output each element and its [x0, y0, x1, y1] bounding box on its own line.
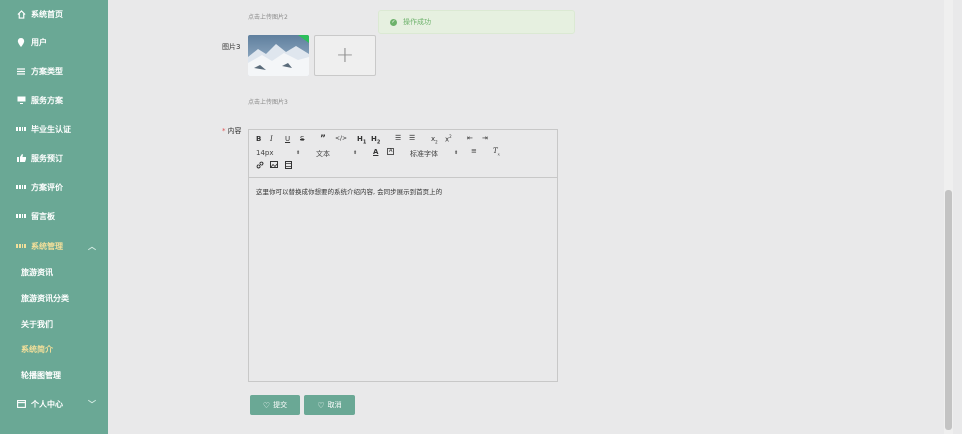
sidebar-subitem-system-intro[interactable]: 系统简介 [0, 336, 108, 362]
select-arrow-icon: ⬍ [353, 150, 358, 156]
sidebar-subitem-about-us[interactable]: 关于我们 [0, 311, 108, 337]
sidebar-item-label: 留言板 [31, 211, 55, 221]
scrollbar-thumb[interactable] [945, 190, 952, 430]
sidebar-item-service-plans[interactable]: 服务方案 [0, 87, 108, 113]
select-arrow-icon: ⬍ [296, 150, 301, 156]
heading2-icon[interactable]: H2 [371, 135, 380, 145]
grid-icon [16, 241, 26, 251]
submit-label: 提交 [273, 401, 288, 409]
sidebar-item-plan-types[interactable]: 方案类型 [0, 58, 108, 84]
sidebar-item-reviews[interactable]: 方案评价 [0, 174, 108, 200]
heart-icon: ♡ [262, 400, 271, 410]
toast-message: 操作成功 [403, 18, 431, 26]
sidebar-item-label: 用户 [31, 37, 47, 47]
sidebar-item-label: 方案类型 [31, 66, 63, 76]
image-icon[interactable] [270, 161, 278, 170]
bold-icon[interactable]: B [256, 136, 261, 143]
sidebar-item-label: 服务方案 [31, 95, 63, 105]
content-label: * 内容 [222, 126, 242, 136]
sidebar-item-label: 系统管理 [31, 241, 63, 251]
sidebar-subitem-travel-news[interactable]: 旅游资讯 [0, 259, 108, 285]
list-icon [16, 66, 26, 76]
monitor-icon [16, 95, 26, 105]
content-label-text: 内容 [227, 127, 242, 135]
check-icon: ✓ [390, 18, 397, 26]
editor-content[interactable]: 这里你可以替换成你想要的系统介绍内容, 会同步展示到首页上的 [249, 178, 557, 204]
subscript-icon[interactable]: x2 [431, 135, 438, 144]
sidebar-item-users[interactable]: 用户 [0, 29, 108, 55]
image3-label: 图片3 [222, 43, 241, 51]
font-family-value: 标准字体 [410, 150, 438, 158]
sidebar: 系统首页 用户 方案类型 服务方案 毕业生认证 服务预订 方案评价 留言板 系统… [0, 0, 108, 434]
sidebar-item-label: 服务预订 [31, 153, 63, 163]
success-toast: ✓ 操作成功 [378, 10, 575, 34]
indent-icon[interactable]: ⇥ [482, 135, 488, 142]
video-icon[interactable] [285, 161, 292, 171]
submit-button[interactable]: ♡ 提交 [250, 395, 300, 415]
grid-icon [16, 182, 26, 192]
bullet-list-icon[interactable]: ☰ [409, 135, 415, 142]
font-color-icon[interactable]: A [373, 149, 378, 156]
editor-toolbar: B I U S ” </> H1 H2 ☰ ☰ x2 x2 ⇤ ⇥ 14px ⬍… [249, 130, 557, 178]
rich-text-editor: B I U S ” </> H1 H2 ☰ ☰ x2 x2 ⇤ ⇥ 14px ⬍… [248, 129, 558, 382]
chevron-up-icon: ︿ [88, 241, 96, 251]
grid-icon [16, 124, 26, 134]
strikethrough-icon[interactable]: S [300, 136, 304, 143]
heart-icon: ♡ [317, 400, 325, 410]
sidebar-item-label: 个人中心 [31, 399, 63, 409]
link-icon[interactable] [256, 161, 264, 171]
clear-format-icon[interactable]: Tx [493, 147, 500, 156]
sidebar-item-message-board[interactable]: 留言板 [0, 203, 108, 229]
scrollbar[interactable] [944, 0, 953, 434]
ordered-list-icon[interactable]: ☰ [395, 135, 401, 142]
underline-icon[interactable]: U [285, 136, 290, 143]
chevron-down-icon: ﹀ [88, 399, 96, 409]
editor-body-text: 这里你可以替换成你想要的系统介绍内容, 会同步展示到首页上的 [256, 188, 443, 196]
image-upload-button[interactable]: + [314, 35, 376, 76]
required-mark: * [222, 127, 226, 135]
sidebar-item-personal-center[interactable]: 个人中心 ﹀ [0, 391, 108, 417]
code-icon[interactable]: </> [335, 136, 347, 142]
background-color-icon[interactable]: A [387, 148, 395, 155]
paragraph-value: 文本 [316, 150, 330, 158]
sidebar-item-home[interactable]: 系统首页 [0, 1, 108, 27]
font-family-select[interactable]: 标准字体 ⬍ [410, 149, 466, 159]
italic-icon[interactable]: I [270, 136, 273, 143]
sidebar-item-label: 轮播图管理 [21, 370, 61, 380]
sidebar-item-label: 系统首页 [31, 9, 63, 19]
plus-icon: + [335, 43, 355, 68]
cancel-button[interactable]: ♡ 取消 [304, 395, 355, 415]
grid-icon [16, 211, 26, 221]
sidebar-item-booking[interactable]: 服务预订 [0, 145, 108, 171]
home-icon [16, 9, 26, 19]
sidebar-item-label: 方案评价 [31, 182, 63, 192]
sidebar-item-label: 旅游资讯 [21, 267, 53, 277]
paragraph-select[interactable]: 文本 ⬍ [316, 149, 364, 159]
heading1-icon[interactable]: H1 [357, 135, 366, 145]
calendar-icon [16, 399, 26, 409]
sidebar-item-graduate-cert[interactable]: 毕业生认证 [0, 116, 108, 142]
align-icon[interactable]: ≡ [471, 148, 477, 155]
sidebar-subitem-travel-news-category[interactable]: 旅游资讯分类 [0, 285, 108, 311]
blockquote-icon[interactable]: ” [320, 135, 326, 144]
sidebar-item-system-management[interactable]: 系统管理 ︿ [0, 233, 108, 259]
location-pin-icon [16, 37, 26, 47]
superscript-icon[interactable]: x2 [445, 135, 452, 143]
sidebar-subitem-carousel[interactable]: 轮播图管理 [0, 362, 108, 388]
thumbs-up-icon [16, 153, 26, 163]
upload-hint-image3: 点击上传图片3 [248, 99, 288, 106]
outdent-icon[interactable]: ⇤ [467, 135, 473, 142]
sidebar-item-label: 毕业生认证 [31, 124, 71, 134]
font-size-value: 14px [256, 149, 274, 157]
upload-hint-image2: 点击上传图片2 [248, 14, 288, 21]
cancel-label: 取消 [327, 401, 342, 409]
sidebar-item-label: 系统简介 [21, 344, 53, 354]
sidebar-item-label: 旅游资讯分类 [21, 293, 69, 303]
select-arrow-icon: ⬍ [454, 150, 459, 156]
sidebar-item-label: 关于我们 [21, 319, 53, 329]
font-size-select[interactable]: 14px ⬍ [256, 149, 304, 157]
image3-thumbnail[interactable] [248, 35, 309, 76]
